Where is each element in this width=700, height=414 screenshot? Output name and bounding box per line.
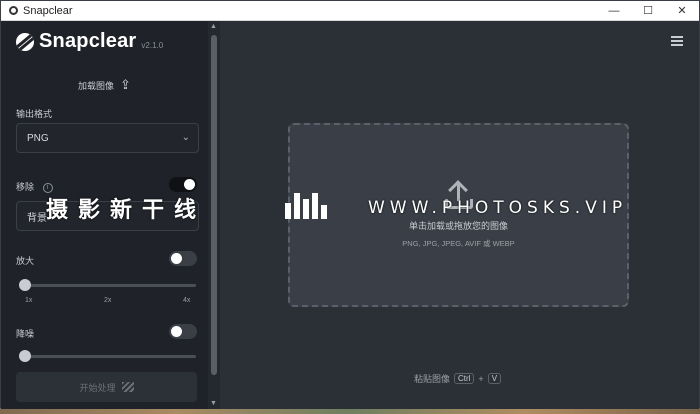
upscale-toggle[interactable] <box>169 251 197 266</box>
app-name: Snapclear <box>39 30 137 52</box>
denoise-slider-handle[interactable] <box>19 350 31 362</box>
window-title: Snapclear <box>23 4 73 17</box>
denoise-toggle[interactable] <box>169 324 197 339</box>
ctrl-key: Ctrl <box>453 373 475 384</box>
upscale-slider-handle[interactable] <box>19 279 31 291</box>
logo-mark-icon <box>16 32 34 51</box>
dropzone-formats: PNG, JPG, JPEG, AVIF 或 WEBP <box>402 239 515 248</box>
load-image-label: 加载图像 <box>78 80 115 91</box>
watermark-url: WWW.PHOTOSKS.VIP <box>368 198 628 218</box>
watermark-logo-icon <box>285 193 331 219</box>
toggle-knob <box>184 179 195 190</box>
upscale-tick: 1x <box>25 297 33 304</box>
upscale-tick: 2x <box>104 297 112 304</box>
start-button-label: 开始处理 <box>79 382 116 393</box>
paste-hint: 粘贴图像 Ctrl + V <box>220 372 699 385</box>
scroll-up-icon[interactable]: ▲ <box>210 23 217 30</box>
menu-icon[interactable] <box>671 36 683 48</box>
output-format-select[interactable]: PNG ⌄ <box>16 123 199 153</box>
upscale-slider[interactable] <box>23 284 196 287</box>
v-key: V <box>487 373 502 384</box>
paste-label: 粘贴图像 <box>413 374 450 384</box>
chevron-down-icon: ⌄ <box>181 132 190 143</box>
watermark-text: 摄影新干线 <box>46 198 207 223</box>
toggle-knob <box>171 326 182 337</box>
minimize-icon[interactable]: — <box>597 1 631 21</box>
close-icon[interactable]: ✕ <box>665 1 699 21</box>
denoise-slider[interactable] <box>23 355 196 358</box>
sidebar-scrollbar[interactable]: ▲ ▼ <box>208 21 220 409</box>
output-format-value: PNG <box>27 132 49 144</box>
upscale-tick: 4x <box>183 297 191 304</box>
load-image-button[interactable]: 加载图像 ⇪ <box>1 77 208 93</box>
output-format-label: 输出格式 <box>16 109 53 119</box>
app-version: v2.1.0 <box>141 41 164 50</box>
app-icon <box>9 6 18 15</box>
remove-label: 移除 <box>16 182 35 192</box>
start-processing-button[interactable]: 开始处理 <box>16 372 197 402</box>
maximize-icon[interactable]: ☐ <box>631 1 665 21</box>
logo: Snapclear v2.1.0 <box>16 30 163 53</box>
upscale-label: 放大 <box>16 256 35 266</box>
denoise-label: 降噪 <box>16 329 35 339</box>
dropzone-instruction: 单击加载或拖放您的图像 <box>408 221 508 231</box>
remove-toggle[interactable] <box>169 177 197 192</box>
plus-sign: + <box>478 373 484 384</box>
scroll-down-icon[interactable]: ▼ <box>210 400 217 407</box>
remove-target-value: 背景 <box>27 212 47 224</box>
upload-icon: ⇪ <box>120 77 131 92</box>
scroll-thumb[interactable] <box>211 35 217 375</box>
title-bar: Snapclear — ☐ ✕ <box>1 1 699 21</box>
toggle-knob <box>171 253 182 264</box>
stripes-icon <box>121 382 134 392</box>
window-controls: — ☐ ✕ <box>597 1 699 21</box>
